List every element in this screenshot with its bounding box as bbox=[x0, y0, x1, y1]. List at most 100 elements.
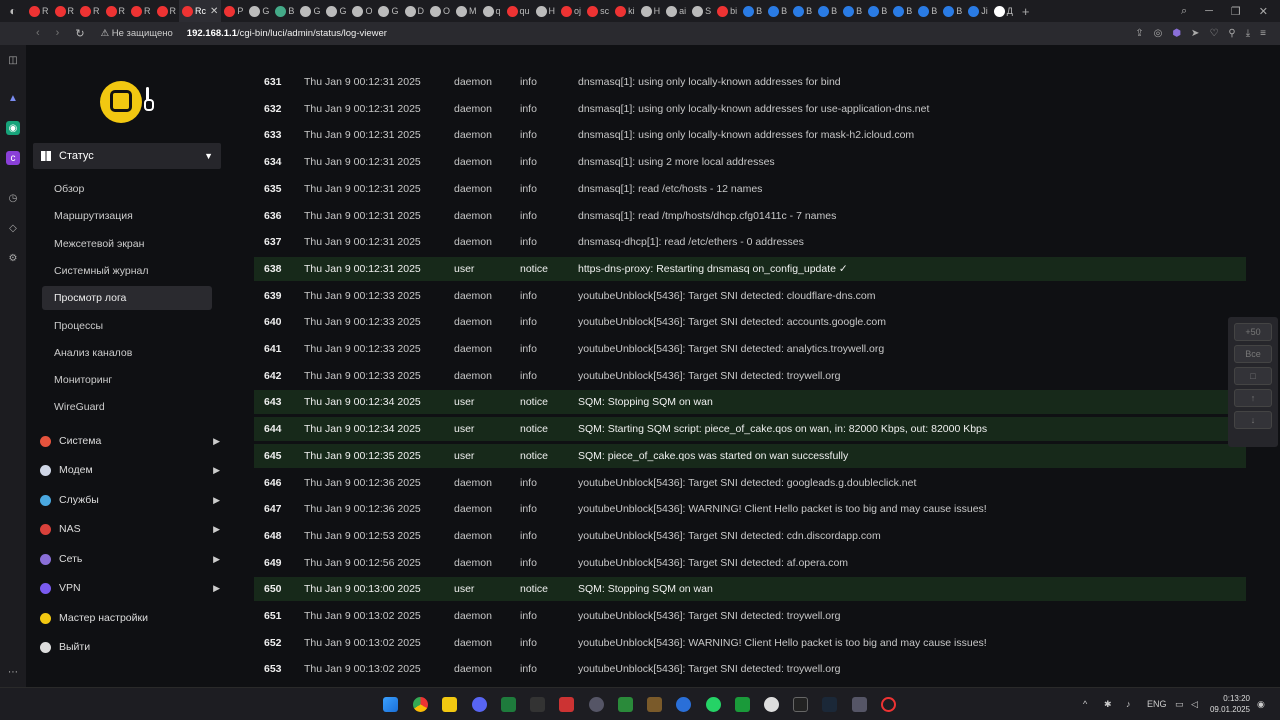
browser-tab[interactable]: O bbox=[349, 0, 375, 22]
tray-chevron-icon[interactable]: ^ bbox=[1083, 699, 1087, 709]
sidebar-sub-item[interactable]: Мониторинг bbox=[42, 368, 212, 392]
browser-tab[interactable]: P bbox=[221, 0, 246, 22]
game-icon[interactable] bbox=[647, 697, 662, 712]
sidebar-sub-item[interactable]: Процессы bbox=[42, 314, 212, 338]
gamepad-icon[interactable]: ◫ bbox=[6, 53, 20, 67]
router-logo-icon[interactable] bbox=[100, 81, 154, 123]
browser-tab[interactable]: Ji bbox=[965, 0, 991, 22]
browser-tab[interactable]: R bbox=[154, 0, 180, 22]
share-icon[interactable]: ⇪ bbox=[1135, 28, 1143, 39]
heart-icon[interactable]: ♡ bbox=[1209, 28, 1218, 39]
menu-status[interactable]: Статус ▼ bbox=[33, 143, 221, 169]
volume-icon[interactable]: ◁ bbox=[1191, 699, 1198, 710]
sidebar-category[interactable]: Службы ▶ bbox=[40, 490, 220, 510]
browser-tab[interactable]: R bbox=[128, 0, 154, 22]
sidebar-category[interactable]: VPN ▶ bbox=[40, 578, 220, 598]
shield-icon[interactable]: ⬢ bbox=[1172, 28, 1181, 39]
browser-tab[interactable]: B bbox=[740, 0, 765, 22]
sidebar-sub-item[interactable]: Маршрутизация bbox=[42, 204, 212, 228]
scroll-down-button[interactable]: ↓ bbox=[1234, 411, 1272, 429]
browser-tab[interactable]: G bbox=[297, 0, 323, 22]
sidebar-sub-item[interactable]: WireGuard bbox=[42, 395, 212, 419]
browser-tab[interactable]: O bbox=[427, 0, 453, 22]
browser-tab[interactable]: B bbox=[940, 0, 965, 22]
box-icon[interactable]: ◇ bbox=[6, 221, 20, 235]
profile-icon[interactable]: ⚲ bbox=[1228, 28, 1235, 39]
sidebar-sub-item[interactable]: Межсетевой экран bbox=[42, 232, 212, 256]
sidebar-category[interactable]: Выйти bbox=[40, 637, 220, 657]
settings-app-icon[interactable] bbox=[852, 697, 867, 712]
sidebar-category[interactable]: Сеть ▶ bbox=[40, 549, 220, 569]
terminal-icon[interactable] bbox=[793, 697, 808, 712]
browser-tab[interactable]: oj bbox=[558, 0, 584, 22]
browser-tab[interactable]: R bbox=[52, 0, 78, 22]
browser-tab[interactable]: B bbox=[890, 0, 915, 22]
sidebar-category[interactable]: Система ▶ bbox=[40, 431, 220, 451]
app3-icon[interactable] bbox=[589, 697, 604, 712]
download-icon[interactable]: ⤓ bbox=[1246, 28, 1250, 39]
xbox-icon[interactable] bbox=[501, 697, 516, 712]
new-tab-button[interactable]: + bbox=[1022, 4, 1030, 19]
browser-tab[interactable]: G bbox=[323, 0, 349, 22]
reload-icon[interactable]: ↻ bbox=[75, 27, 84, 40]
browser-tab[interactable]: qu bbox=[504, 0, 533, 22]
forward-icon[interactable]: › bbox=[56, 27, 60, 40]
settings-icon[interactable]: ⚙ bbox=[6, 251, 20, 265]
load-all-button[interactable]: Все bbox=[1234, 345, 1272, 363]
history-icon[interactable]: ◷ bbox=[6, 191, 20, 205]
browser-logo-icon[interactable]: ◐ bbox=[0, 0, 26, 22]
browser-tab[interactable]: H bbox=[638, 0, 664, 22]
sidebar-category[interactable]: Мастер настройки bbox=[40, 608, 220, 628]
browser-tab[interactable]: R bbox=[103, 0, 129, 22]
opera-icon[interactable] bbox=[881, 697, 896, 712]
send-icon[interactable]: ➤ bbox=[1191, 28, 1199, 39]
browser-tab[interactable]: B bbox=[840, 0, 865, 22]
browser-tab[interactable]: D bbox=[402, 0, 428, 22]
sidebar-category[interactable]: Модем ▶ bbox=[40, 460, 220, 480]
browser-tab[interactable]: M bbox=[453, 0, 480, 22]
notes-icon[interactable] bbox=[618, 697, 633, 712]
sidebar-sub-item[interactable]: Просмотр лога bbox=[42, 286, 212, 311]
load-50-button[interactable]: +50 bbox=[1234, 323, 1272, 341]
browser-tab[interactable]: B bbox=[790, 0, 815, 22]
app2-icon[interactable] bbox=[559, 697, 574, 712]
browser-tab[interactable]: B bbox=[765, 0, 790, 22]
scroll-up-button[interactable]: ↑ bbox=[1234, 389, 1272, 407]
browser-tab[interactable]: R bbox=[26, 0, 52, 22]
sidebar-sub-item[interactable]: Обзор bbox=[42, 177, 212, 201]
messenger-icon[interactable]: c bbox=[6, 151, 20, 165]
tab-close-icon[interactable]: ✕ bbox=[210, 6, 218, 17]
browser2-icon[interactable] bbox=[676, 697, 691, 712]
browser-tab[interactable]: bi bbox=[714, 0, 740, 22]
chrome-icon[interactable] bbox=[413, 697, 428, 712]
browser-tab[interactable]: G bbox=[375, 0, 401, 22]
stop-button[interactable]: □ bbox=[1234, 367, 1272, 385]
browser-tab[interactable]: B bbox=[865, 0, 890, 22]
language-indicator[interactable]: ENG bbox=[1147, 699, 1167, 709]
chart-app-icon[interactable] bbox=[735, 697, 750, 712]
back-icon[interactable]: ‹ bbox=[36, 27, 40, 40]
notification-icon[interactable]: ◉ bbox=[1257, 699, 1265, 710]
bluetooth-icon[interactable]: ✱ bbox=[1104, 699, 1112, 710]
camera-icon[interactable]: ◎ bbox=[1154, 28, 1163, 39]
discord-icon[interactable] bbox=[472, 697, 487, 712]
url-field[interactable]: 192.168.1.1/cgi-bin/luci/admin/status/lo… bbox=[187, 28, 387, 39]
sidebar-sub-item[interactable]: Анализ каналов bbox=[42, 341, 212, 365]
browser-tab[interactable]: B bbox=[815, 0, 840, 22]
network-icon[interactable]: ▭ bbox=[1175, 699, 1184, 710]
menu-icon[interactable]: ≡ bbox=[1260, 28, 1266, 39]
browser-tab[interactable]: B bbox=[915, 0, 940, 22]
steam-icon[interactable] bbox=[822, 697, 837, 712]
whatsapp-icon[interactable] bbox=[706, 697, 721, 712]
start-icon[interactable] bbox=[383, 697, 398, 712]
browser-tab[interactable]: sc bbox=[584, 0, 612, 22]
browser-tab[interactable]: Д bbox=[991, 0, 1016, 22]
app4-icon[interactable] bbox=[764, 697, 779, 712]
browser-tab[interactable]: ki bbox=[612, 0, 638, 22]
chatgpt-icon[interactable]: ◉ bbox=[6, 121, 20, 135]
sidebar-category[interactable]: NAS ▶ bbox=[40, 519, 220, 539]
aria-icon[interactable]: ▲ bbox=[6, 91, 20, 105]
browser-tab[interactable]: R bbox=[77, 0, 103, 22]
browser-tab[interactable]: Rc ✕ bbox=[179, 0, 222, 22]
tab-search-icon[interactable]: ⌕ bbox=[1181, 5, 1187, 18]
